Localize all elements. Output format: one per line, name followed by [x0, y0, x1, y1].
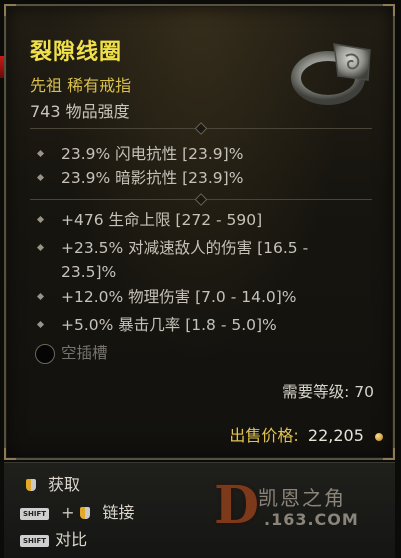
compare-action[interactable]: SHIFT 对比	[20, 526, 87, 550]
stat-bullet-icon	[36, 173, 45, 182]
section-divider	[30, 122, 372, 135]
plus-sign: +	[61, 503, 75, 522]
item-type: 先祖 稀有戒指	[30, 76, 132, 95]
mouse-button-icon	[26, 479, 36, 491]
empty-socket-icon	[35, 344, 55, 364]
compare-label: 对比	[55, 530, 88, 549]
gold-coin-icon	[375, 432, 383, 441]
implicit-stat: 23.9% 闪电抗性 [23.9]%	[36, 142, 358, 166]
watermark-logo: D 凯恩之角 .163.COM	[214, 475, 359, 536]
mouse-button-icon	[80, 507, 91, 519]
affix-stat: +12.0% 物理伤害 [7.0 - 14.0]%	[36, 285, 358, 309]
stat-bullet-icon	[36, 292, 45, 301]
frame-corner	[383, 448, 395, 460]
link-label: 链接	[102, 503, 135, 522]
stat-bullet-icon	[36, 243, 45, 252]
pickup-label: 获取	[48, 475, 81, 494]
frame-corner	[4, 448, 16, 460]
frame-corner	[4, 4, 16, 16]
affix-stat: +5.0% 暴击几率 [1.8 - 5.0]%	[36, 313, 358, 337]
sell-price: 出售价格: 22,205	[229, 422, 383, 446]
section-divider	[30, 193, 372, 206]
sell-price-value: 22,205	[307, 426, 364, 445]
item-power: 743 物品强度	[30, 102, 130, 121]
stat-bullet-icon	[36, 320, 45, 329]
stat-bullet-icon	[36, 149, 45, 158]
required-level: 需要等级: 70	[282, 383, 374, 401]
implicit-stat: 23.9% 暗影抗性 [23.9]%	[36, 166, 358, 190]
pickup-action[interactable]: 获取	[26, 471, 80, 495]
shift-key-icon: SHIFT	[20, 535, 50, 547]
link-action[interactable]: SHIFT + 链接	[20, 499, 134, 523]
socket-label: 空插槽	[61, 344, 108, 362]
affix-stat: +23.5% 对减速敌人的伤害 [16.5 - 23.5]%	[36, 236, 358, 284]
stat-bullet-icon	[36, 215, 45, 224]
sell-price-label: 出售价格:	[229, 426, 299, 445]
ring-icon	[291, 43, 371, 105]
item-name: 裂隙线圈	[30, 40, 123, 65]
frame-corner	[383, 4, 395, 16]
shift-key-icon: SHIFT	[20, 508, 50, 520]
affix-stat: +476 生命上限 [272 - 590]	[36, 208, 358, 232]
